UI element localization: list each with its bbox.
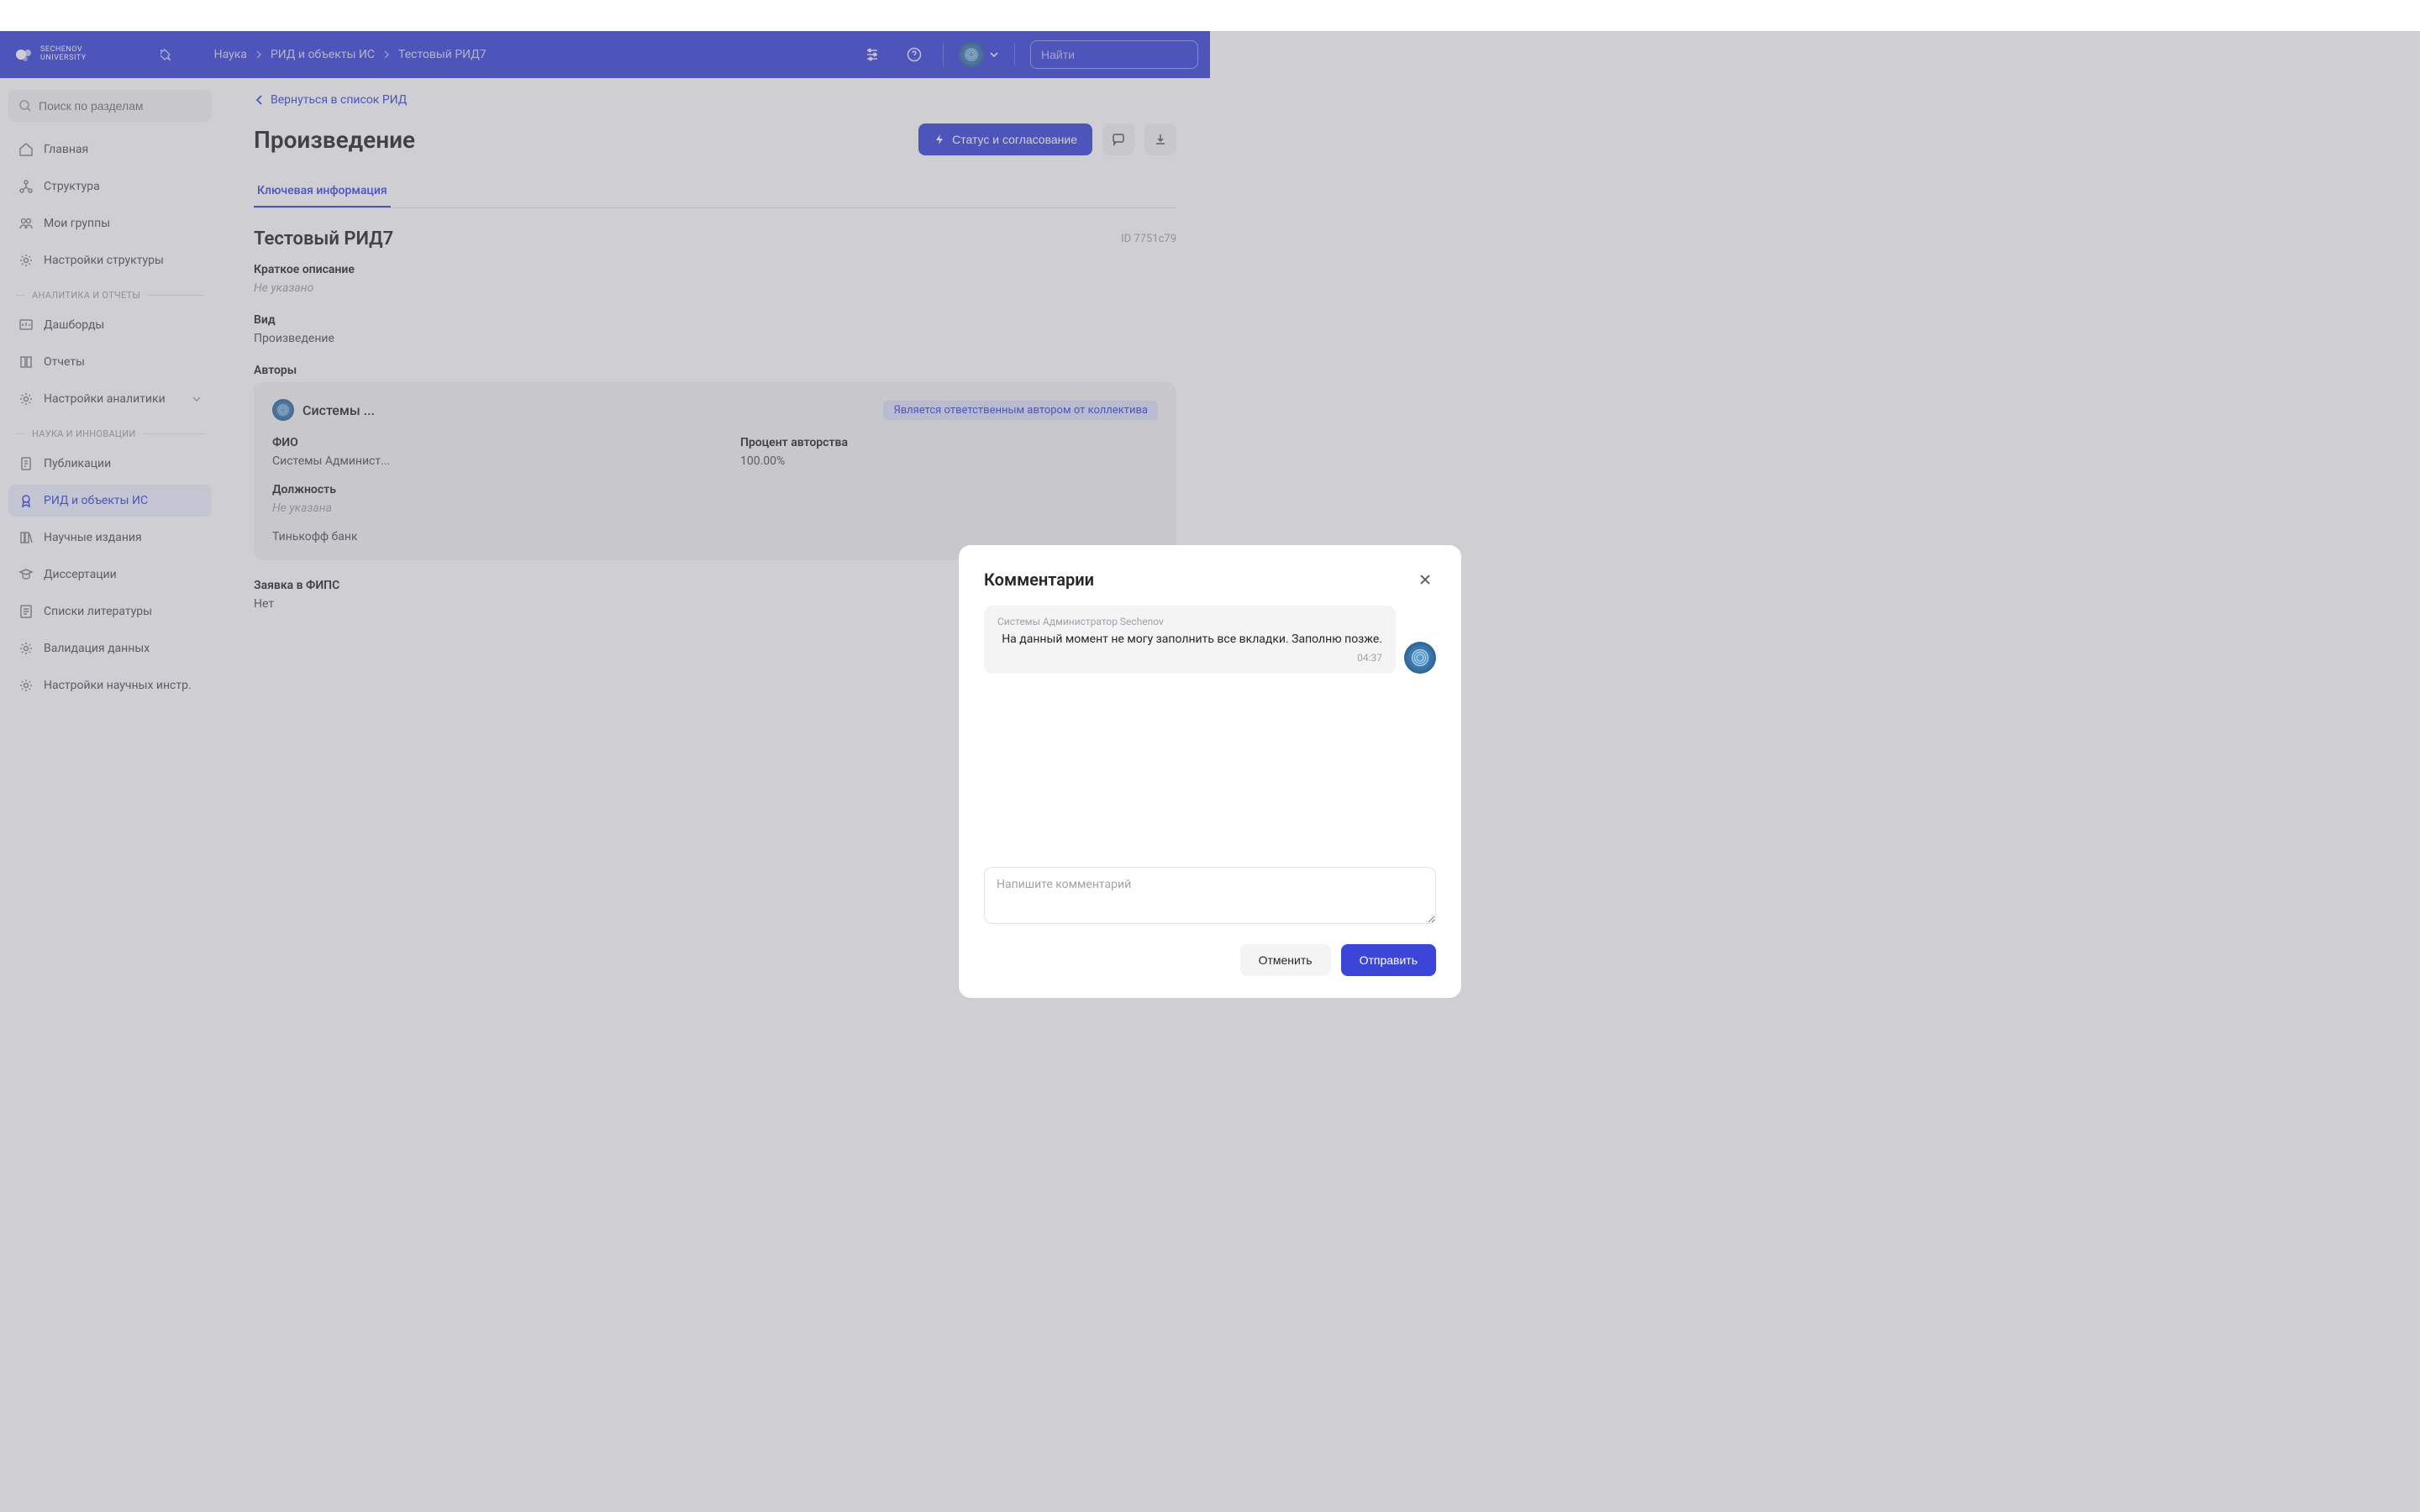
modal-overlay[interactable]: Комментарии Системы Администратор Sechen… bbox=[0, 31, 2420, 1512]
comments-modal: Комментарии Системы Администратор Sechen… bbox=[959, 545, 1461, 997]
cancel-button[interactable]: Отменить bbox=[1240, 944, 1331, 976]
comment-text: На данный момент не могу заполнить все в… bbox=[997, 631, 1382, 648]
modal-title: Комментарии bbox=[984, 570, 1094, 590]
close-button[interactable] bbox=[1414, 569, 1436, 591]
comment-input[interactable] bbox=[984, 867, 1436, 924]
close-icon bbox=[1418, 573, 1432, 586]
comment-time: 04:37 bbox=[997, 652, 1382, 664]
send-button[interactable]: Отправить bbox=[1341, 944, 1436, 976]
comment-item: Системы Администратор Sechenov На данный… bbox=[984, 606, 1436, 673]
avatar bbox=[1404, 642, 1436, 674]
comment-author: Системы Администратор Sechenov bbox=[997, 616, 1382, 627]
fingerprint-icon bbox=[1410, 648, 1430, 668]
